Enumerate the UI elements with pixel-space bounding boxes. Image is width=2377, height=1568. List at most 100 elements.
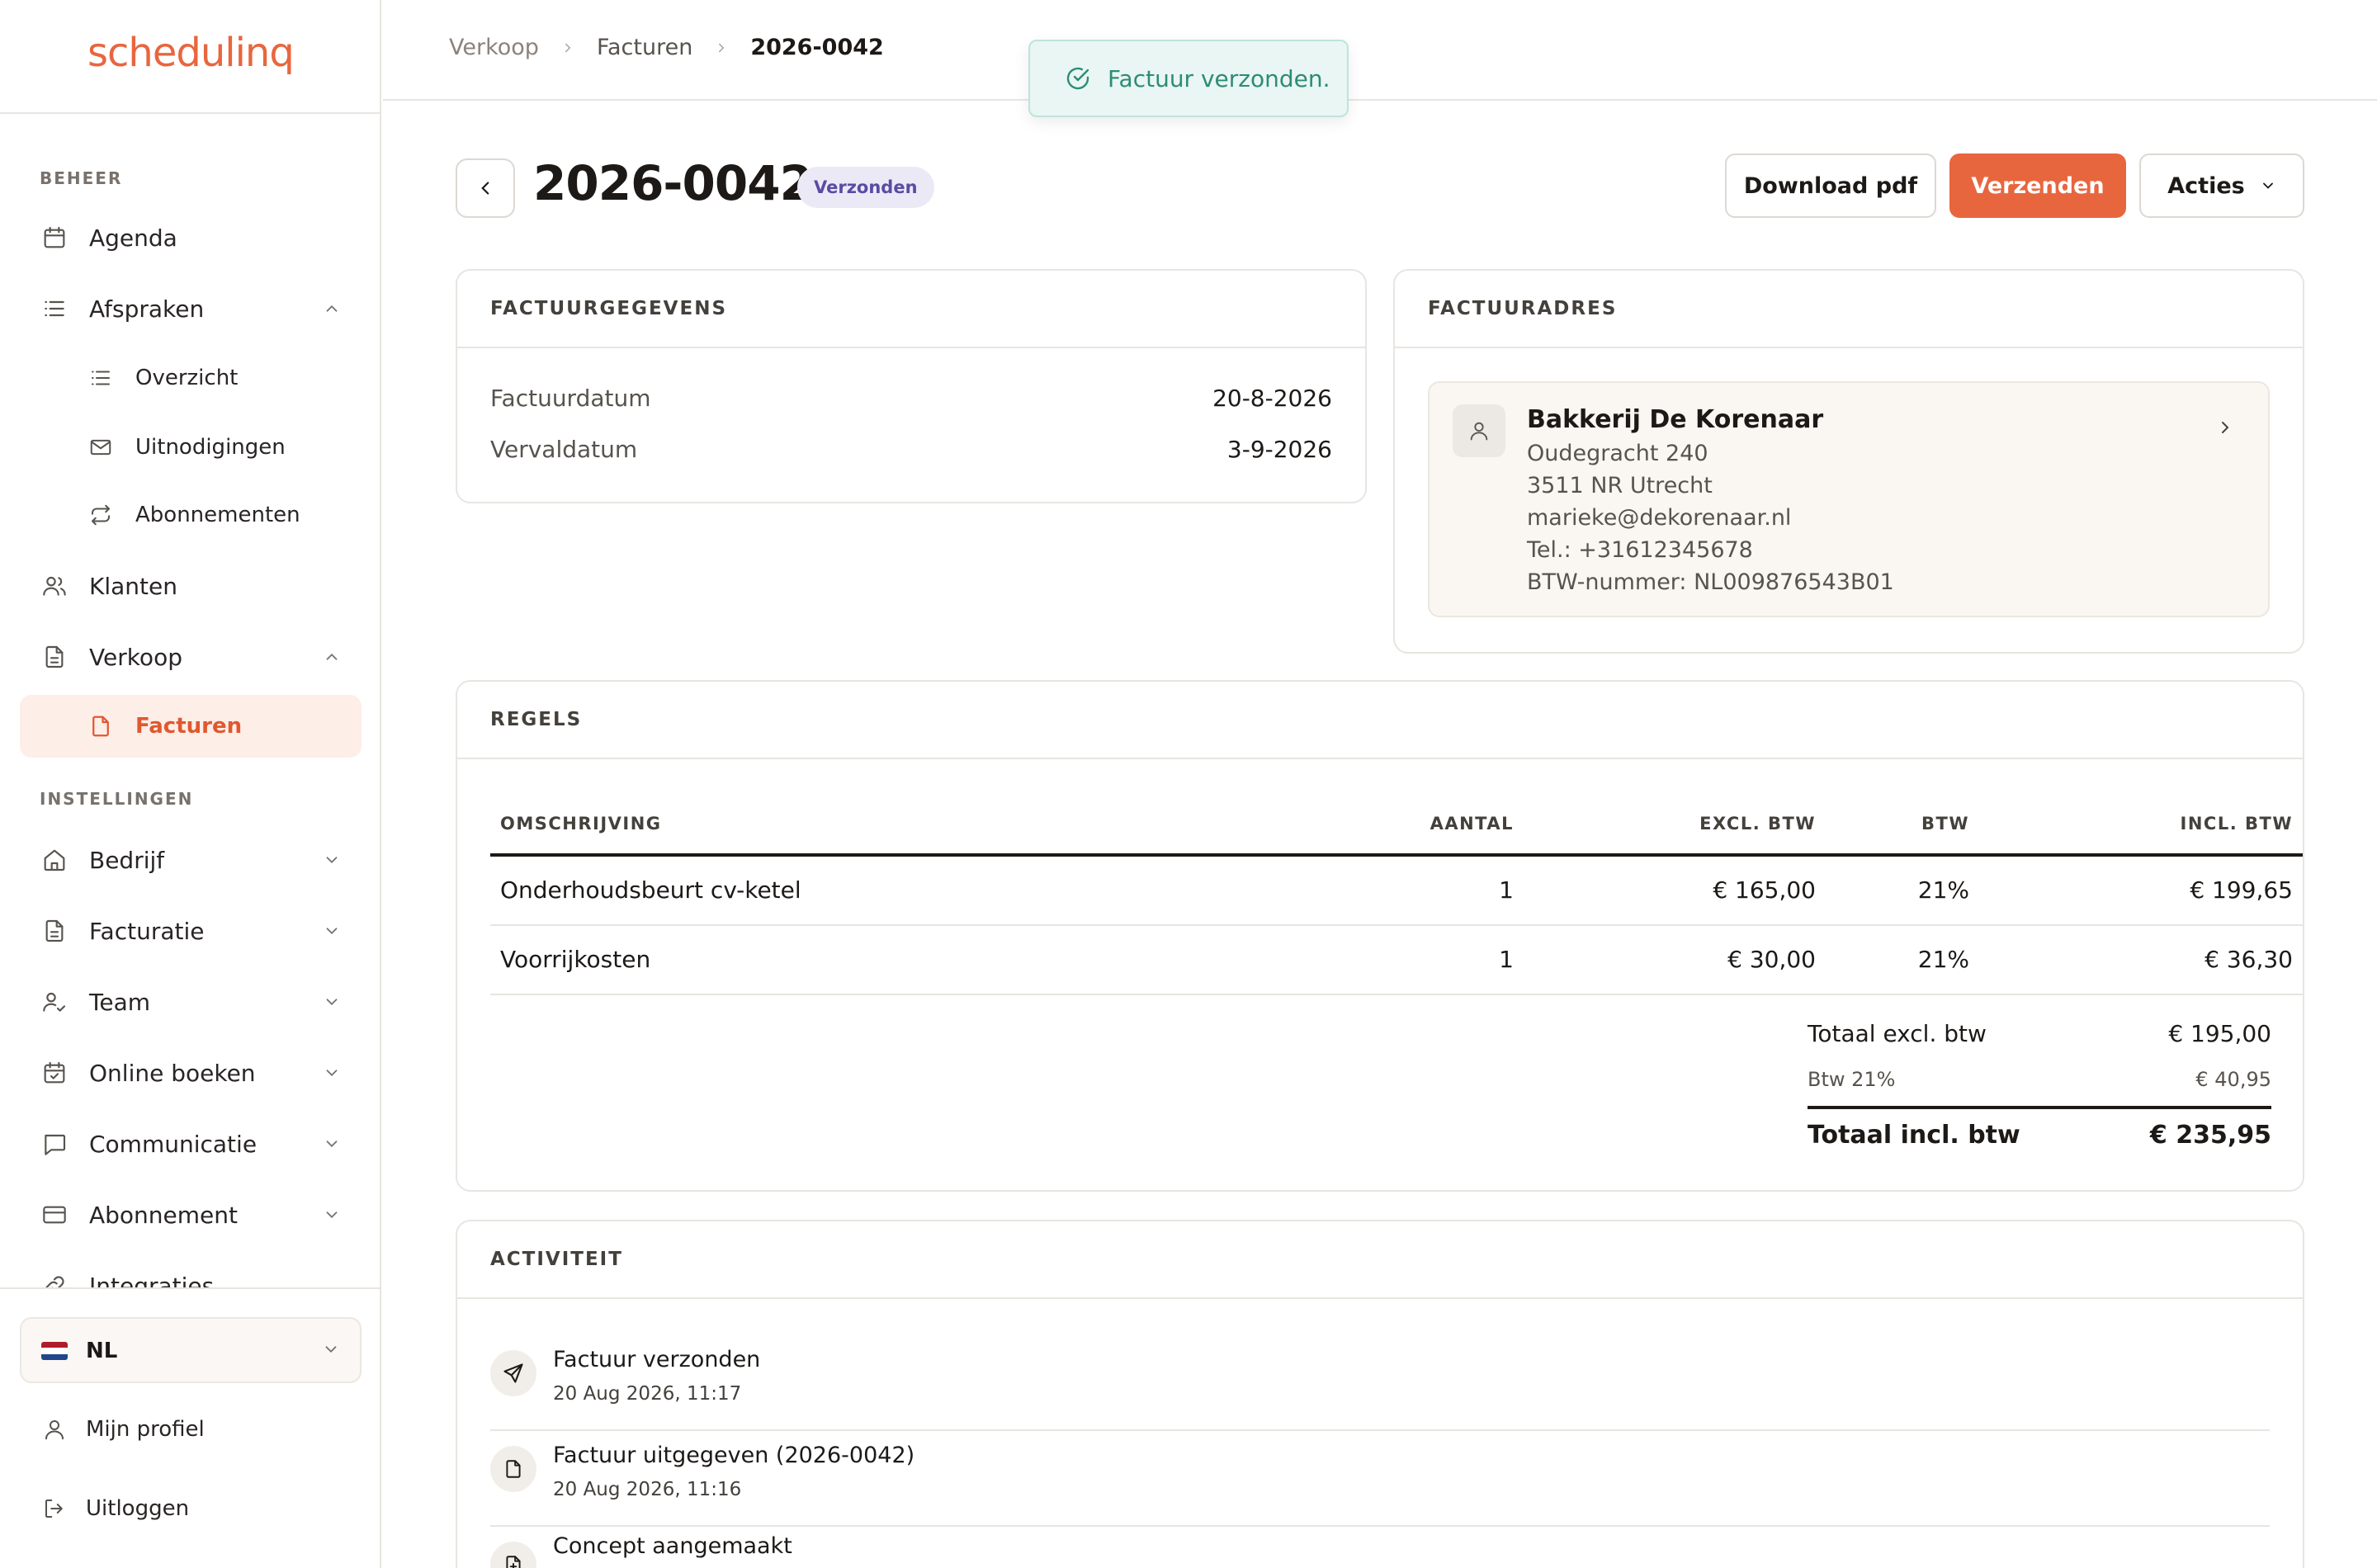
total-value: € 235,95 — [2149, 1121, 2271, 1150]
back-button[interactable] — [456, 158, 515, 218]
sidebar-item-label: Klanten — [89, 572, 177, 600]
status-badge: Verzonden — [797, 167, 934, 208]
document-icon — [86, 711, 116, 741]
sidebar-item-facturen[interactable]: Facturen — [20, 695, 362, 758]
activity-item: Factuur verzonden 20 Aug 2026, 11:17 — [490, 1335, 2270, 1431]
sidebar-item-communicatie[interactable]: Communicatie — [20, 1112, 362, 1175]
sidebar-item-label: Online boeken — [89, 1059, 256, 1087]
sidebar-item-agenda[interactable]: Agenda — [20, 206, 362, 269]
totals-rule — [1808, 1106, 2271, 1109]
user-icon — [1453, 404, 1505, 457]
chevron-left-icon — [481, 182, 489, 195]
activity-card: ACTIVITEIT Factuur verzonden 20 Aug 2026… — [456, 1220, 2304, 1568]
sidebar-item-verkoop[interactable]: Verkoop — [20, 626, 362, 688]
address-street: Oudegracht 240 — [1527, 441, 1708, 466]
billing-address-card: FACTUURADRES Bakkerij De Korenaar Oudegr… — [1393, 269, 2304, 654]
sidebar-item-afspraken[interactable]: Afspraken — [20, 277, 362, 340]
sidebar-item-label: Communicatie — [89, 1130, 258, 1158]
activity-title: Concept aangemaakt — [553, 1533, 792, 1559]
card-heading: ACTIVITEIT — [457, 1221, 2303, 1299]
chevron-down-icon — [322, 1063, 342, 1083]
document-icon — [490, 1446, 536, 1492]
calendar-check-icon — [40, 1058, 69, 1088]
subtotal-value: € 195,00 — [2168, 1020, 2271, 1047]
chevron-right-icon — [560, 40, 575, 55]
profile-label: Mijn profiel — [86, 1417, 205, 1442]
profile-link[interactable]: Mijn profiel — [40, 1413, 205, 1446]
line-description: Onderhoudsbeurt cv-ketel — [500, 876, 801, 904]
chevron-down-icon — [322, 992, 342, 1012]
success-toast[interactable]: Factuur verzonden. — [1028, 40, 1349, 117]
line-quantity: 1 — [1499, 876, 1514, 904]
subtotal-row: Totaal excl. btw € 195,00 — [1808, 1020, 2271, 1047]
sidebar-item-team[interactable]: Team — [20, 971, 362, 1033]
sidebar-item-abonnementen[interactable]: Abonnementen — [20, 484, 362, 546]
card-heading: FACTUURGEGEVENS — [457, 271, 1365, 348]
line-quantity: 1 — [1499, 946, 1514, 973]
sidebar-item-label: Facturatie — [89, 917, 205, 945]
send-button[interactable]: Verzenden — [1949, 153, 2126, 218]
mail-icon — [86, 432, 116, 462]
line-description: Voorrijkosten — [500, 946, 651, 973]
chevron-down-icon — [322, 1134, 342, 1154]
chevron-up-icon — [322, 647, 342, 667]
sidebar-item-klanten[interactable]: Klanten — [20, 555, 362, 617]
invoice-date-row: Factuurdatum 20-8-2026 — [490, 385, 1332, 412]
document-plus-icon — [490, 1542, 536, 1568]
sidebar-item-label: Abonnementen — [135, 503, 300, 527]
logout-link[interactable]: Uitloggen — [40, 1492, 189, 1525]
breadcrumb-facturen[interactable]: Facturen — [597, 35, 692, 60]
sidebar-item-uitnodigingen[interactable]: Uitnodigingen — [20, 416, 362, 479]
sidebar-item-label: Uitnodigingen — [135, 435, 286, 460]
user-icon — [40, 1415, 69, 1444]
column-header-incl-vat: INCL. BTW — [2180, 814, 2293, 834]
topbar: Verkoop Facturen 2026-0042 — [383, 0, 2377, 101]
invoice-date-value: 20-8-2026 — [1212, 385, 1332, 412]
breadcrumb-verkoop[interactable]: Verkoop — [449, 35, 539, 60]
total-label: Totaal incl. btw — [1808, 1121, 2020, 1150]
subtotal-label: Totaal excl. btw — [1808, 1020, 1987, 1047]
sidebar-item-label: Facturen — [135, 714, 243, 739]
calendar-icon — [40, 223, 69, 253]
chevron-down-icon — [322, 850, 342, 870]
activity-title: Factuur verzonden — [553, 1347, 761, 1372]
page-title: 2026-0042 — [533, 155, 813, 211]
activity-time: 20 Aug 2026, 11:16 — [553, 1479, 742, 1500]
chevron-down-icon — [322, 1340, 340, 1362]
vat-value: € 40,95 — [2195, 1068, 2271, 1091]
breadcrumb-current: 2026-0042 — [750, 35, 884, 60]
section-label-instellingen: INSTELLINGEN — [40, 789, 194, 809]
user-check-icon — [40, 987, 69, 1017]
invoice-date-label: Factuurdatum — [490, 385, 651, 412]
address-vat-number: BTW-nummer: NL009876543B01 — [1527, 569, 1894, 595]
users-icon — [40, 571, 69, 601]
line-excl-vat: € 30,00 — [1727, 946, 1816, 973]
sidebar-item-online-boeken[interactable]: Online boeken — [20, 1041, 362, 1104]
due-date-value: 3-9-2026 — [1226, 436, 1332, 463]
sidebar-item-bedrijf[interactable]: Bedrijf — [20, 829, 362, 891]
sidebar-item-abonnement[interactable]: Abonnement — [20, 1183, 362, 1246]
chevron-up-icon — [322, 299, 342, 319]
send-icon — [490, 1350, 536, 1396]
sidebar-item-label: Verkoop — [89, 643, 182, 671]
chevron-right-icon — [2215, 418, 2235, 441]
logout-icon — [40, 1494, 69, 1523]
customer-name: Bakkerij De Korenaar — [1527, 405, 1824, 434]
due-date-label: Vervaldatum — [490, 436, 638, 463]
toast-message: Factuur verzonden. — [1108, 64, 1330, 92]
list-icon — [86, 363, 116, 393]
language-select[interactable]: NL — [20, 1317, 362, 1383]
table-row: Voorrijkosten 1 € 30,00 21% € 36,30 — [490, 926, 2303, 995]
logout-label: Uitloggen — [86, 1496, 190, 1521]
sidebar-item-facturatie[interactable]: Facturatie — [20, 900, 362, 962]
sidebar-item-overzicht[interactable]: Overzicht — [20, 347, 362, 409]
line-vat: 21% — [1917, 946, 1969, 973]
customer-address-block[interactable]: Bakkerij De Korenaar Oudegracht 240 3511… — [1428, 381, 2270, 617]
app-logo[interactable]: schedulinq — [87, 30, 295, 76]
card-heading: FACTUURADRES — [1395, 271, 2303, 348]
actions-button[interactable]: Acties — [2139, 153, 2304, 218]
chevron-down-icon — [322, 921, 342, 941]
download-pdf-button[interactable]: Download pdf — [1725, 153, 1936, 218]
activity-title: Factuur uitgegeven (2026-0042) — [553, 1443, 915, 1468]
section-label-beheer: BEHEER — [40, 168, 123, 188]
